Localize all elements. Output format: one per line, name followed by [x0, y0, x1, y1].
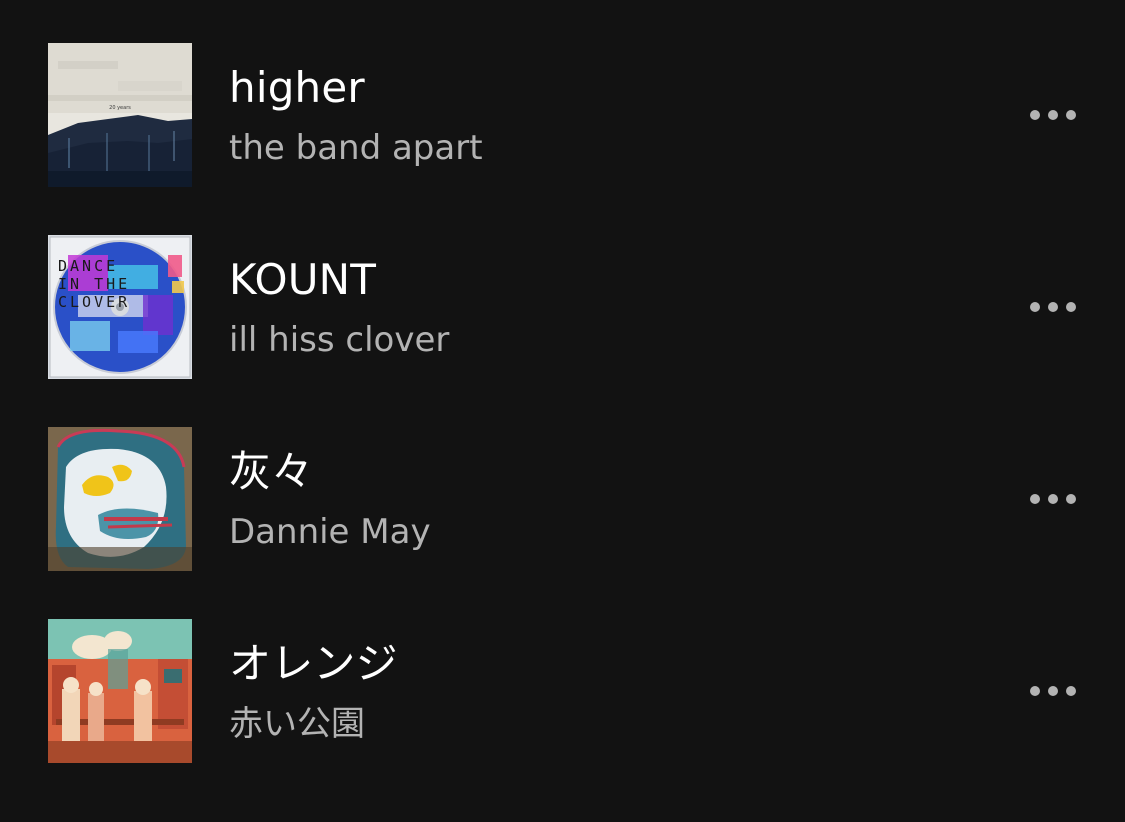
album-art-line-3: CLOVER	[58, 293, 130, 311]
track-list: 20 years higher the band apart DANCE IN …	[0, 0, 1125, 822]
track-title: 灰々	[229, 447, 314, 496]
album-art-higher[interactable]: 20 years	[48, 43, 192, 187]
album-art-caption: 20 years	[109, 105, 131, 111]
track-title: higher	[229, 63, 365, 112]
dot	[1066, 686, 1076, 696]
dot	[1048, 110, 1058, 120]
dot	[1030, 110, 1040, 120]
track-row[interactable]: オレンジ 赤い公園	[0, 576, 1125, 768]
dot	[1030, 302, 1040, 312]
more-options-icon[interactable]	[1026, 676, 1080, 706]
album-art-kount[interactable]: DANCE IN THE CLOVER	[48, 235, 192, 379]
album-art-line-2: IN THE	[58, 275, 130, 293]
track-row[interactable]: 灰々 Dannie May	[0, 384, 1125, 576]
album-art-kount-image: DANCE IN THE CLOVER	[48, 235, 192, 379]
dot	[1066, 494, 1076, 504]
album-art-higher-image: 20 years	[48, 43, 192, 187]
track-row[interactable]: 20 years higher the band apart	[0, 0, 1125, 192]
dot	[1048, 686, 1058, 696]
album-art-haihai-image	[48, 427, 192, 571]
album-art-haihai[interactable]	[48, 427, 192, 571]
track-title: KOUNT	[229, 255, 377, 304]
dot	[1030, 494, 1040, 504]
track-artist: ill hiss clover	[229, 320, 450, 360]
track-artist: 赤い公園	[229, 704, 365, 744]
dot	[1048, 494, 1058, 504]
track-artist: Dannie May	[229, 512, 431, 552]
track-title: オレンジ	[229, 639, 398, 688]
more-options-icon[interactable]	[1026, 292, 1080, 322]
dot	[1048, 302, 1058, 312]
track-artist: the band apart	[229, 128, 483, 168]
more-options-icon[interactable]	[1026, 100, 1080, 130]
dot	[1066, 110, 1076, 120]
dot	[1066, 302, 1076, 312]
album-art-orange-image	[48, 619, 192, 763]
dot	[1030, 686, 1040, 696]
more-options-icon[interactable]	[1026, 484, 1080, 514]
album-art-orange[interactable]	[48, 619, 192, 763]
track-row[interactable]: DANCE IN THE CLOVER KOUNT ill hiss clove…	[0, 192, 1125, 384]
album-art-line-1: DANCE	[58, 257, 118, 275]
